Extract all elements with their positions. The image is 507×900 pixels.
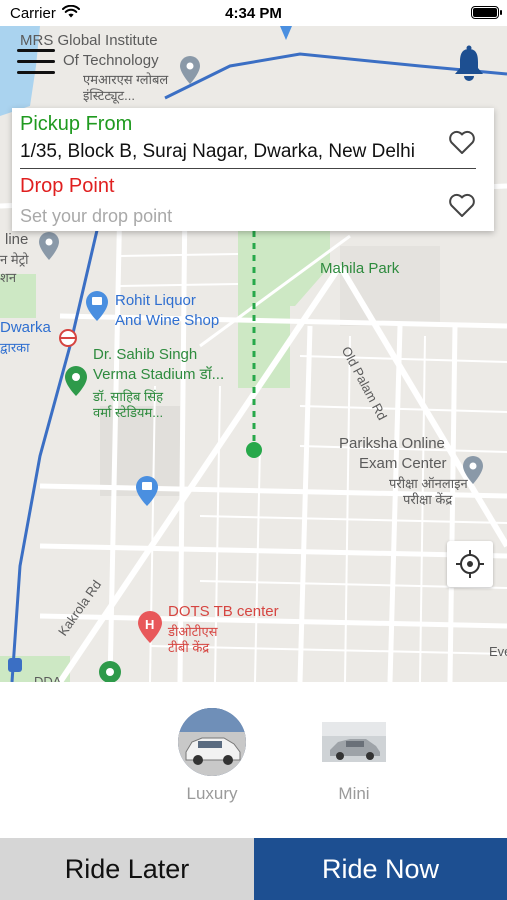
- vehicle-option-luxury[interactable]: Luxury: [172, 708, 252, 804]
- card-divider: [20, 168, 476, 169]
- map-label-text: Exam Center: [359, 455, 447, 472]
- map-label-stadium-hi: डॉ. साहिब सिंह वर्मा स्टेडियम...: [93, 389, 163, 421]
- status-bar: Carrier 4:34 PM: [0, 0, 507, 26]
- bell-icon: [455, 45, 483, 81]
- vehicle-option-mini[interactable]: Mini: [314, 708, 394, 804]
- luxury-car-image: [178, 708, 246, 776]
- pickup-address-field[interactable]: 1/35, Block B, Suraj Nagar, Dwarka, New …: [20, 141, 440, 163]
- map-label-dwarka: Dwarka: [0, 319, 51, 336]
- map-label-dwarka-hi: द्वारका: [0, 340, 30, 355]
- map-label-text: परीक्षा ऑनलाइन: [389, 476, 468, 491]
- menu-icon-bar: [17, 71, 55, 74]
- heart-icon: [449, 193, 475, 217]
- map-label-text: वर्मा स्टेडियम...: [93, 405, 164, 420]
- map-label-text: Verma Stadium डॉ...: [93, 366, 225, 383]
- battery-icon: [471, 6, 502, 19]
- map-label-dots-tb-hi: डीओटीएस टीबी केंद्र: [168, 624, 218, 656]
- map-label-text: टीबी केंद्र: [168, 640, 210, 655]
- map-label-dots-tb: DOTS TB center: [168, 603, 279, 620]
- notification-bell-button[interactable]: [452, 44, 486, 82]
- map-label-text: And Wine Shop: [115, 312, 220, 329]
- menu-icon-bar: [17, 60, 55, 63]
- drop-label: Drop Point: [20, 175, 115, 197]
- status-time: 4:34 PM: [225, 5, 282, 22]
- map-label-mrs-institute-hi: एमआरएस ग्लोबल इंस्टिट्यूट...: [83, 72, 168, 104]
- vehicle-label: Mini: [338, 784, 370, 803]
- map-label-text: Rohit Liquor: [115, 292, 196, 309]
- map-label-stadium: Dr. Sahib Singh Verma Stadium डॉ...: [93, 345, 224, 385]
- favorite-drop-button[interactable]: [448, 192, 476, 218]
- drop-point-input[interactable]: [20, 204, 440, 228]
- map-label-line: line: [5, 231, 29, 248]
- map-label-eve: Eve: [489, 644, 507, 659]
- vehicle-label: Luxury: [186, 784, 238, 803]
- map-label-pariksha-hi: परीक्षा ऑनलाइन परीक्षा केंद्र: [389, 476, 468, 508]
- menu-button[interactable]: [17, 49, 55, 79]
- map-label-line-hi: न मेट्रो: [0, 252, 29, 267]
- map-label-line-hi-2: शन: [0, 270, 17, 285]
- address-card: Pickup From 1/35, Block B, Suraj Nagar, …: [12, 108, 494, 231]
- map-label-mahila-park: Mahila Park: [320, 260, 400, 277]
- crosshair-icon: [456, 550, 484, 578]
- svg-text:H: H: [145, 617, 154, 632]
- map-label-text: परीक्षा केंद्र: [403, 492, 453, 507]
- mini-car-image: [320, 708, 388, 776]
- map-label-rohit-liquor: Rohit Liquor And Wine Shop: [115, 291, 219, 331]
- map-label-text: इंस्टिट्यूट...: [83, 88, 135, 103]
- pickup-label: Pickup From: [20, 113, 133, 135]
- map-label-text: Pariksha Online: [339, 435, 445, 452]
- ride-now-button[interactable]: Ride Now: [254, 838, 507, 900]
- heart-icon: [449, 130, 475, 154]
- map-label-text: एमआरएस ग्लोबल: [83, 72, 169, 87]
- map-label-text: MRS Global Institute: [20, 32, 158, 49]
- map-label-text: डीओटीएस: [168, 624, 218, 639]
- ride-later-button[interactable]: Ride Later: [0, 838, 254, 900]
- map-label-text: डॉ. साहिब सिंह: [93, 389, 164, 404]
- vehicle-selector: Luxury Mini: [0, 682, 507, 838]
- map-label-dda: DDA: [34, 674, 62, 682]
- my-location-button[interactable]: [447, 541, 493, 587]
- favorite-pickup-button[interactable]: [448, 129, 476, 155]
- menu-icon-bar: [17, 49, 55, 52]
- map-label-text: Dr. Sahib Singh: [93, 346, 198, 363]
- map-label-pariksha: Pariksha Online Exam Center: [339, 434, 447, 474]
